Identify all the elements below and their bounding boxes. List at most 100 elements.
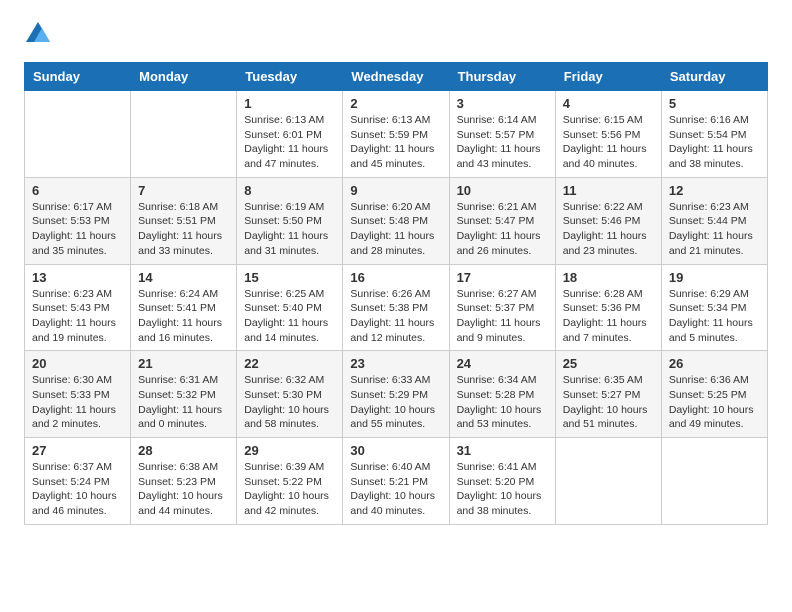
calendar-cell: 18 Sunrise: 6:28 AM Sunset: 5:36 PM Dayli… xyxy=(555,264,661,351)
calendar-cell: 7 Sunrise: 6:18 AM Sunset: 5:51 PM Daylig… xyxy=(131,177,237,264)
calendar-cell: 8 Sunrise: 6:19 AM Sunset: 5:50 PM Daylig… xyxy=(237,177,343,264)
calendar-cell: 5 Sunrise: 6:16 AM Sunset: 5:54 PM Daylig… xyxy=(661,91,767,178)
calendar-week: 20Sunrise: 6:30 AM Sunset: 5:33 PM Dayli… xyxy=(25,351,768,438)
day-info: Sunrise: 6:13 AM Sunset: 6:01 PM Dayligh… xyxy=(244,113,335,172)
day-info: Sunrise: 6:24 AM Sunset: 5:41 PM Dayligh… xyxy=(138,287,229,346)
day-number: 1 xyxy=(244,96,335,111)
day-number: 16 xyxy=(350,270,441,285)
day-info: Sunrise: 6:36 AM Sunset: 5:25 PM Dayligh… xyxy=(669,373,760,432)
weekday-header: Tuesday xyxy=(237,63,343,91)
calendar-cell: 14 Sunrise: 6:24 AM Sunset: 5:41 PM Dayli… xyxy=(131,264,237,351)
day-number: 3 xyxy=(457,96,548,111)
day-info: Sunrise: 6:23 AM Sunset: 5:43 PM Dayligh… xyxy=(32,287,123,346)
day-number: 23 xyxy=(350,356,441,371)
calendar-cell xyxy=(555,438,661,525)
day-number: 7 xyxy=(138,183,229,198)
calendar-cell: 16Sunrise: 6:26 AM Sunset: 5:38 PM Dayli… xyxy=(343,264,449,351)
day-info: Sunrise: 6:20 AM Sunset: 5:48 PM Dayligh… xyxy=(350,200,441,259)
calendar-cell: 13Sunrise: 6:23 AM Sunset: 5:43 PM Dayli… xyxy=(25,264,131,351)
weekday-header: Thursday xyxy=(449,63,555,91)
calendar-cell: 10Sunrise: 6:21 AM Sunset: 5:47 PM Dayli… xyxy=(449,177,555,264)
day-info: Sunrise: 6:23 AM Sunset: 5:44 PM Dayligh… xyxy=(669,200,760,259)
calendar-cell: 26 Sunrise: 6:36 AM Sunset: 5:25 PM Dayli… xyxy=(661,351,767,438)
day-info: Sunrise: 6:15 AM Sunset: 5:56 PM Dayligh… xyxy=(563,113,654,172)
page: SundayMondayTuesdayWednesdayThursdayFrid… xyxy=(0,0,792,545)
calendar-cell: 24 Sunrise: 6:34 AM Sunset: 5:28 PM Dayli… xyxy=(449,351,555,438)
day-number: 28 xyxy=(138,443,229,458)
day-info: Sunrise: 6:17 AM Sunset: 5:53 PM Dayligh… xyxy=(32,200,123,259)
weekday-header: Saturday xyxy=(661,63,767,91)
calendar-cell: 22Sunrise: 6:32 AM Sunset: 5:30 PM Dayli… xyxy=(237,351,343,438)
day-info: Sunrise: 6:29 AM Sunset: 5:34 PM Dayligh… xyxy=(669,287,760,346)
day-info: Sunrise: 6:14 AM Sunset: 5:57 PM Dayligh… xyxy=(457,113,548,172)
day-number: 10 xyxy=(457,183,548,198)
day-number: 24 xyxy=(457,356,548,371)
calendar-cell: 23Sunrise: 6:33 AM Sunset: 5:29 PM Dayli… xyxy=(343,351,449,438)
calendar-cell: 21 Sunrise: 6:31 AM Sunset: 5:32 PM Dayli… xyxy=(131,351,237,438)
day-info: Sunrise: 6:40 AM Sunset: 5:21 PM Dayligh… xyxy=(350,460,441,519)
calendar-cell: 30 Sunrise: 6:40 AM Sunset: 5:21 PM Dayli… xyxy=(343,438,449,525)
day-number: 2 xyxy=(350,96,441,111)
calendar-cell: 29 Sunrise: 6:39 AM Sunset: 5:22 PM Dayli… xyxy=(237,438,343,525)
day-info: Sunrise: 6:31 AM Sunset: 5:32 PM Dayligh… xyxy=(138,373,229,432)
calendar: SundayMondayTuesdayWednesdayThursdayFrid… xyxy=(24,62,768,525)
weekday-header: Sunday xyxy=(25,63,131,91)
day-info: Sunrise: 6:32 AM Sunset: 5:30 PM Dayligh… xyxy=(244,373,335,432)
calendar-week: 27Sunrise: 6:37 AM Sunset: 5:24 PM Dayli… xyxy=(25,438,768,525)
calendar-cell: 25 Sunrise: 6:35 AM Sunset: 5:27 PM Dayli… xyxy=(555,351,661,438)
calendar-cell: 19 Sunrise: 6:29 AM Sunset: 5:34 PM Dayli… xyxy=(661,264,767,351)
day-number: 30 xyxy=(350,443,441,458)
calendar-cell: 20Sunrise: 6:30 AM Sunset: 5:33 PM Dayli… xyxy=(25,351,131,438)
day-info: Sunrise: 6:39 AM Sunset: 5:22 PM Dayligh… xyxy=(244,460,335,519)
day-info: Sunrise: 6:41 AM Sunset: 5:20 PM Dayligh… xyxy=(457,460,548,519)
calendar-cell: 17 Sunrise: 6:27 AM Sunset: 5:37 PM Dayli… xyxy=(449,264,555,351)
day-number: 18 xyxy=(563,270,654,285)
day-number: 5 xyxy=(669,96,760,111)
day-number: 4 xyxy=(563,96,654,111)
day-info: Sunrise: 6:28 AM Sunset: 5:36 PM Dayligh… xyxy=(563,287,654,346)
day-number: 11 xyxy=(563,183,654,198)
calendar-cell: 3 Sunrise: 6:14 AM Sunset: 5:57 PM Daylig… xyxy=(449,91,555,178)
day-number: 17 xyxy=(457,270,548,285)
calendar-cell: 12 Sunrise: 6:23 AM Sunset: 5:44 PM Dayli… xyxy=(661,177,767,264)
calendar-cell: 28Sunrise: 6:38 AM Sunset: 5:23 PM Dayli… xyxy=(131,438,237,525)
logo xyxy=(24,20,56,48)
calendar-cell: 31 Sunrise: 6:41 AM Sunset: 5:20 PM Dayli… xyxy=(449,438,555,525)
calendar-cell: 2Sunrise: 6:13 AM Sunset: 5:59 PM Daylig… xyxy=(343,91,449,178)
calendar-week: 1 Sunrise: 6:13 AM Sunset: 6:01 PM Daylig… xyxy=(25,91,768,178)
day-number: 26 xyxy=(669,356,760,371)
calendar-cell: 27Sunrise: 6:37 AM Sunset: 5:24 PM Dayli… xyxy=(25,438,131,525)
calendar-cell: 9 Sunrise: 6:20 AM Sunset: 5:48 PM Daylig… xyxy=(343,177,449,264)
day-info: Sunrise: 6:18 AM Sunset: 5:51 PM Dayligh… xyxy=(138,200,229,259)
day-number: 25 xyxy=(563,356,654,371)
day-number: 15 xyxy=(244,270,335,285)
calendar-cell xyxy=(25,91,131,178)
day-info: Sunrise: 6:22 AM Sunset: 5:46 PM Dayligh… xyxy=(563,200,654,259)
day-number: 19 xyxy=(669,270,760,285)
day-number: 12 xyxy=(669,183,760,198)
weekday-header: Monday xyxy=(131,63,237,91)
calendar-cell: 6Sunrise: 6:17 AM Sunset: 5:53 PM Daylig… xyxy=(25,177,131,264)
day-number: 21 xyxy=(138,356,229,371)
day-info: Sunrise: 6:25 AM Sunset: 5:40 PM Dayligh… xyxy=(244,287,335,346)
calendar-cell: 4 Sunrise: 6:15 AM Sunset: 5:56 PM Daylig… xyxy=(555,91,661,178)
day-number: 8 xyxy=(244,183,335,198)
day-info: Sunrise: 6:35 AM Sunset: 5:27 PM Dayligh… xyxy=(563,373,654,432)
calendar-cell: 11 Sunrise: 6:22 AM Sunset: 5:46 PM Dayli… xyxy=(555,177,661,264)
day-number: 29 xyxy=(244,443,335,458)
day-number: 31 xyxy=(457,443,548,458)
day-number: 9 xyxy=(350,183,441,198)
day-number: 14 xyxy=(138,270,229,285)
calendar-cell xyxy=(661,438,767,525)
day-info: Sunrise: 6:27 AM Sunset: 5:37 PM Dayligh… xyxy=(457,287,548,346)
header xyxy=(24,20,768,48)
weekday-header: Wednesday xyxy=(343,63,449,91)
day-info: Sunrise: 6:19 AM Sunset: 5:50 PM Dayligh… xyxy=(244,200,335,259)
calendar-week: 13Sunrise: 6:23 AM Sunset: 5:43 PM Dayli… xyxy=(25,264,768,351)
calendar-week: 6Sunrise: 6:17 AM Sunset: 5:53 PM Daylig… xyxy=(25,177,768,264)
day-info: Sunrise: 6:34 AM Sunset: 5:28 PM Dayligh… xyxy=(457,373,548,432)
day-info: Sunrise: 6:16 AM Sunset: 5:54 PM Dayligh… xyxy=(669,113,760,172)
day-info: Sunrise: 6:37 AM Sunset: 5:24 PM Dayligh… xyxy=(32,460,123,519)
calendar-cell: 1 Sunrise: 6:13 AM Sunset: 6:01 PM Daylig… xyxy=(237,91,343,178)
day-number: 20 xyxy=(32,356,123,371)
